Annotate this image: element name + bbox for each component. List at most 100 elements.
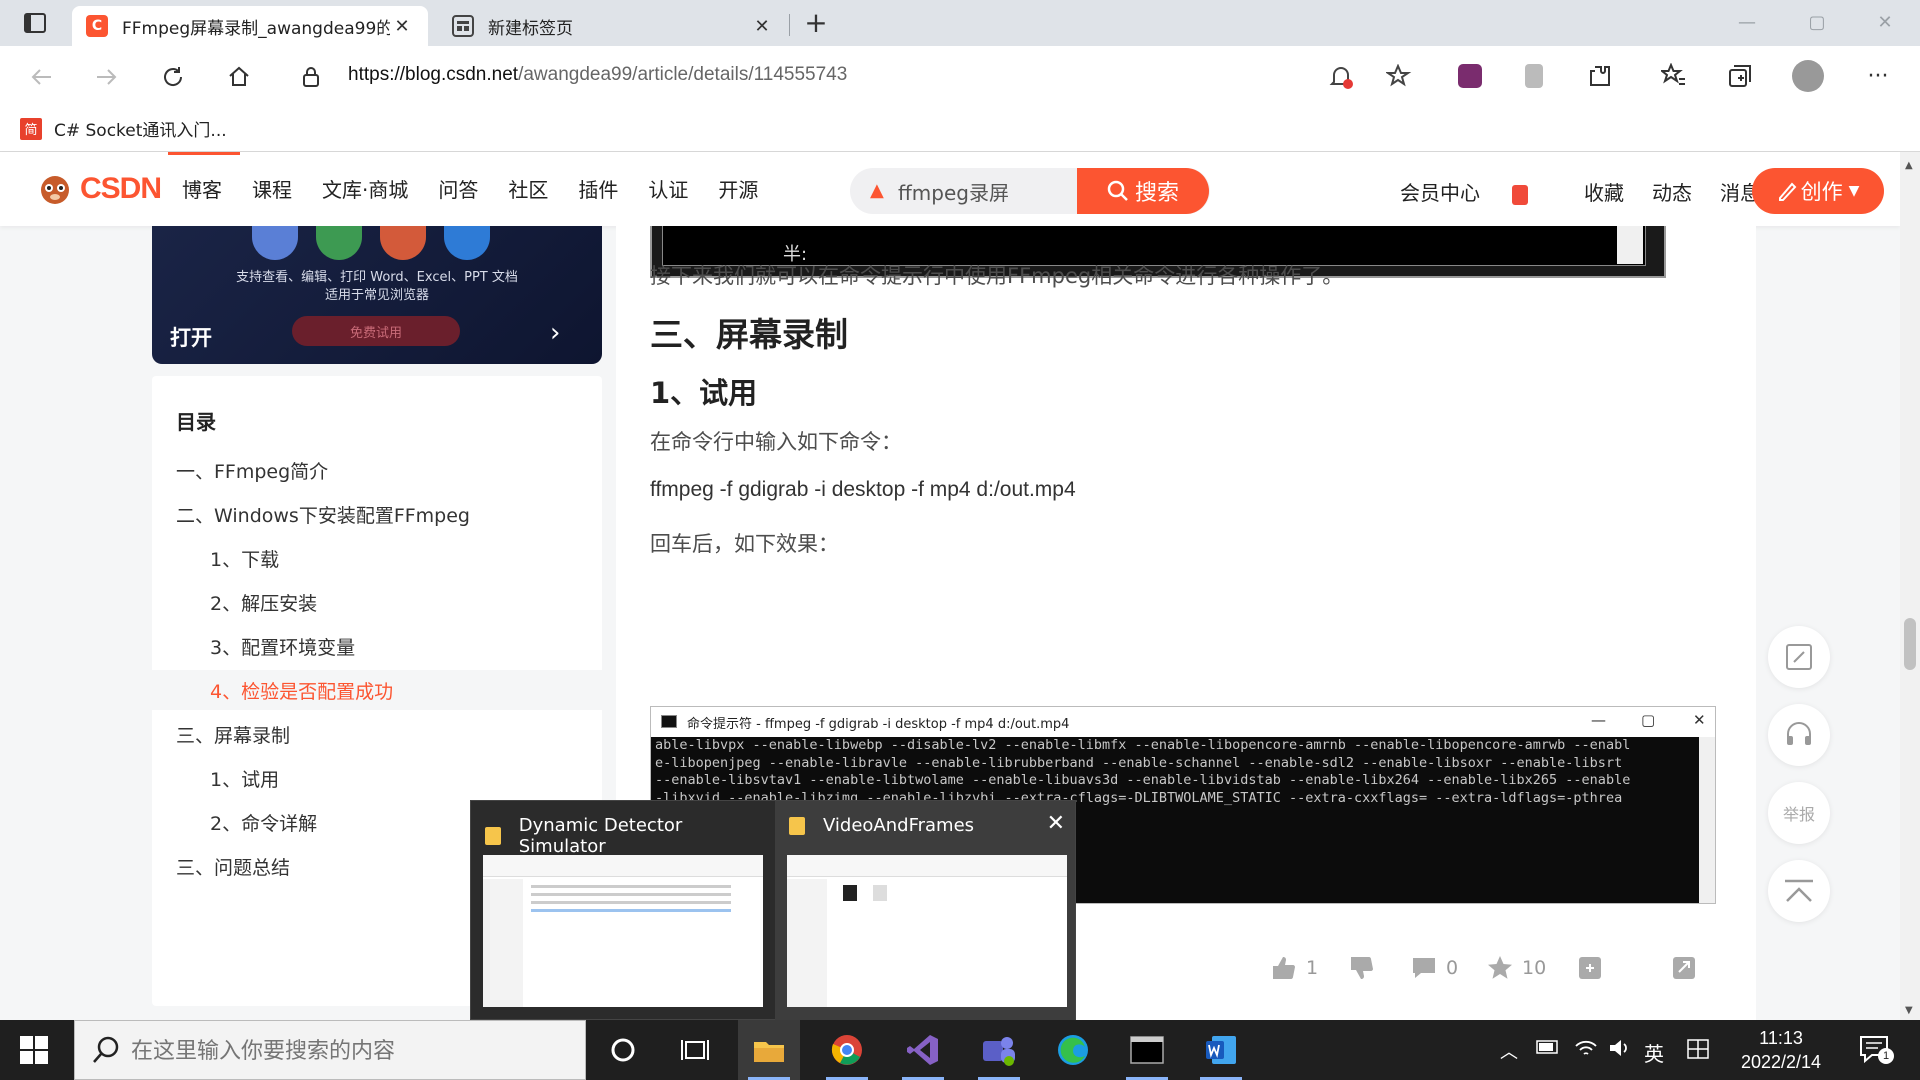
toc-item[interactable]: 1、试用 <box>152 758 602 798</box>
toc-item[interactable]: 1、下载 <box>152 538 602 578</box>
scrollbar-thumb[interactable] <box>1904 618 1916 670</box>
extension-shield-icon[interactable] <box>1516 58 1552 94</box>
chevron-right-icon[interactable]: › <box>550 318 560 348</box>
back-icon[interactable] <box>22 58 60 96</box>
toc-item[interactable]: 一、FFmpeg简介 <box>152 450 602 490</box>
customer-service-button[interactable] <box>1768 704 1830 766</box>
lock-icon[interactable] <box>302 66 320 92</box>
toc-item[interactable]: 三、屏幕录制 <box>152 714 602 754</box>
tab-new-tab-page[interactable]: 新建标签页 ✕ <box>438 6 788 46</box>
command-line-text: ffmpeg -f gdigrab -i desktop -f mp4 d:/o… <box>650 478 1076 501</box>
refresh-icon[interactable] <box>154 58 192 96</box>
like-button[interactable]: 1 <box>1270 954 1318 982</box>
csdn-search-input[interactable] <box>898 176 1098 206</box>
search-button-label: 搜索 <box>1134 181 1179 206</box>
address-bar[interactable]: https://blog.csdn.net/awangdea99/article… <box>282 54 1427 98</box>
user-avatar[interactable] <box>1305 166 1353 214</box>
ad-open-label[interactable]: 打开 <box>170 322 212 352</box>
nav-vip-center[interactable]: 会员中心 <box>1400 177 1556 206</box>
nav-blog[interactable]: 博客 <box>182 174 222 203</box>
more-menu-icon[interactable]: ··· <box>1860 58 1896 94</box>
toc-item[interactable]: 3、配置环境变量 <box>152 626 602 666</box>
nav-community[interactable]: 社区 <box>508 174 548 203</box>
maximize-button[interactable]: ▢ <box>1792 8 1842 38</box>
ime-language-indicator[interactable]: 英 <box>1644 1038 1664 1067</box>
windows-start-icon[interactable] <box>20 1036 48 1064</box>
scroll-down-icon[interactable]: ▼ <box>1905 1005 1913 1016</box>
collections-icon[interactable] <box>1722 58 1758 94</box>
csdn-search-button[interactable]: 搜索 <box>1077 168 1209 214</box>
toc-item-label: 1、试用 <box>210 768 280 791</box>
nav-library-mall[interactable]: 文库·商城 <box>322 174 408 203</box>
vip-badge-icon <box>1512 184 1528 205</box>
toc-item[interactable]: 2、解压安装 <box>152 582 602 622</box>
volume-icon[interactable] <box>1608 1038 1632 1063</box>
extensions-icon[interactable] <box>1582 58 1618 94</box>
taskbar-search-input[interactable] <box>131 1035 561 1067</box>
thumbnail-videoandframes[interactable]: VideoAndFrames ✕ <box>775 801 1075 1021</box>
tracking-blocked-icon[interactable] <box>1326 62 1356 92</box>
comment-button[interactable]: 0 <box>1410 954 1458 982</box>
report-button[interactable]: 举报 <box>1768 782 1830 844</box>
dislike-button[interactable] <box>1348 954 1384 982</box>
tab-csdn-article[interactable]: C FFmpeg屏幕录制_awangdea99的 ✕ <box>72 6 428 46</box>
page-scrollbar[interactable]: ▲ ▼ <box>1900 152 1920 1020</box>
create-button[interactable]: 创作 ▼ <box>1752 168 1884 214</box>
nav-plugins[interactable]: 插件 <box>578 174 618 203</box>
system-clock[interactable]: 11:13 2022/2/14 <box>1716 1026 1846 1074</box>
task-view-icon[interactable] <box>664 1020 726 1080</box>
favorites-icon[interactable] <box>1656 58 1692 94</box>
tab-actions-icon[interactable] <box>18 10 52 36</box>
extension-reader-icon[interactable] <box>1452 58 1488 94</box>
nav-courses[interactable]: 课程 <box>252 174 292 203</box>
terminal-taskbar-icon[interactable] <box>1116 1020 1178 1080</box>
file-explorer-taskbar-icon[interactable] <box>738 1020 800 1080</box>
visual-studio-taskbar-icon[interactable] <box>892 1020 954 1080</box>
edge-taskbar-icon[interactable] <box>1042 1020 1104 1080</box>
nav-favorites[interactable]: 收藏 <box>1584 177 1624 206</box>
battery-icon[interactable] <box>1536 1038 1560 1061</box>
new-tab-button[interactable]: + <box>800 8 832 40</box>
nav-certification[interactable]: 认证 <box>648 174 688 203</box>
add-favorite-icon[interactable] <box>1384 62 1414 92</box>
tab-close-icon[interactable]: ✕ <box>390 16 414 37</box>
favorite-button[interactable]: 10 <box>1486 954 1546 982</box>
bookmark-label: C# Socket通讯入门... <box>54 121 227 141</box>
ad-trial-pill[interactable]: 免费试用 <box>292 316 460 346</box>
profile-avatar-icon[interactable] <box>1790 58 1826 94</box>
notification-center-icon[interactable]: 1 <box>1858 1034 1894 1066</box>
close-window-button[interactable]: ✕ <box>1860 8 1910 38</box>
cortana-icon[interactable] <box>592 1020 654 1080</box>
tray-overflow-icon[interactable]: ︿ <box>1500 1038 1518 1064</box>
bookmark-csharp-socket[interactable]: 简 C# Socket通讯入门... <box>20 116 227 141</box>
csdn-logo[interactable]: CSDN <box>36 172 162 206</box>
office-viewer-ad[interactable]: 支持查看、编辑、打印 Word、Excel、PPT 文档 适用于常见浏览器 打开… <box>152 226 602 364</box>
scroll-up-icon[interactable]: ▲ <box>1905 160 1913 171</box>
vip-center-label: 会员中心 <box>1400 181 1480 205</box>
reward-button[interactable] <box>1576 954 1612 982</box>
share-button[interactable] <box>1670 954 1706 982</box>
nav-qa[interactable]: 问答 <box>438 174 478 203</box>
nav-active-indicator <box>168 152 240 155</box>
home-icon[interactable] <box>220 58 258 96</box>
minimize-button[interactable]: — <box>1722 8 1772 38</box>
word-taskbar-icon[interactable] <box>1190 1020 1252 1080</box>
edit-note-button[interactable] <box>1768 626 1830 688</box>
back-to-top-button[interactable] <box>1768 860 1830 922</box>
sheet-app-icon <box>316 226 362 260</box>
tab-close-icon[interactable]: ✕ <box>750 16 774 37</box>
nav-activity[interactable]: 动态 <box>1652 177 1692 206</box>
csdn-favicon-icon: C <box>86 15 108 37</box>
thumbnail-dynamic-detector[interactable]: Dynamic Detector Simulator <box>471 801 771 1021</box>
teams-taskbar-icon[interactable] <box>968 1020 1030 1080</box>
toc-item[interactable]: 4、检验是否配置成功 <box>152 670 602 710</box>
clock-date: 2022/2/14 <box>1740 1052 1822 1072</box>
toc-item[interactable]: 二、Windows下安装配置FFmpeg <box>152 494 602 534</box>
thumbnail-close-icon[interactable]: ✕ <box>1047 811 1065 836</box>
ime-mode-icon[interactable] <box>1686 1038 1710 1065</box>
toc-item-label: 3、配置环境变量 <box>210 636 356 659</box>
wifi-icon[interactable] <box>1574 1038 1598 1063</box>
forward-icon[interactable] <box>88 58 126 96</box>
chrome-taskbar-icon[interactable] <box>816 1020 878 1080</box>
nav-opensource[interactable]: 开源 <box>718 174 758 203</box>
